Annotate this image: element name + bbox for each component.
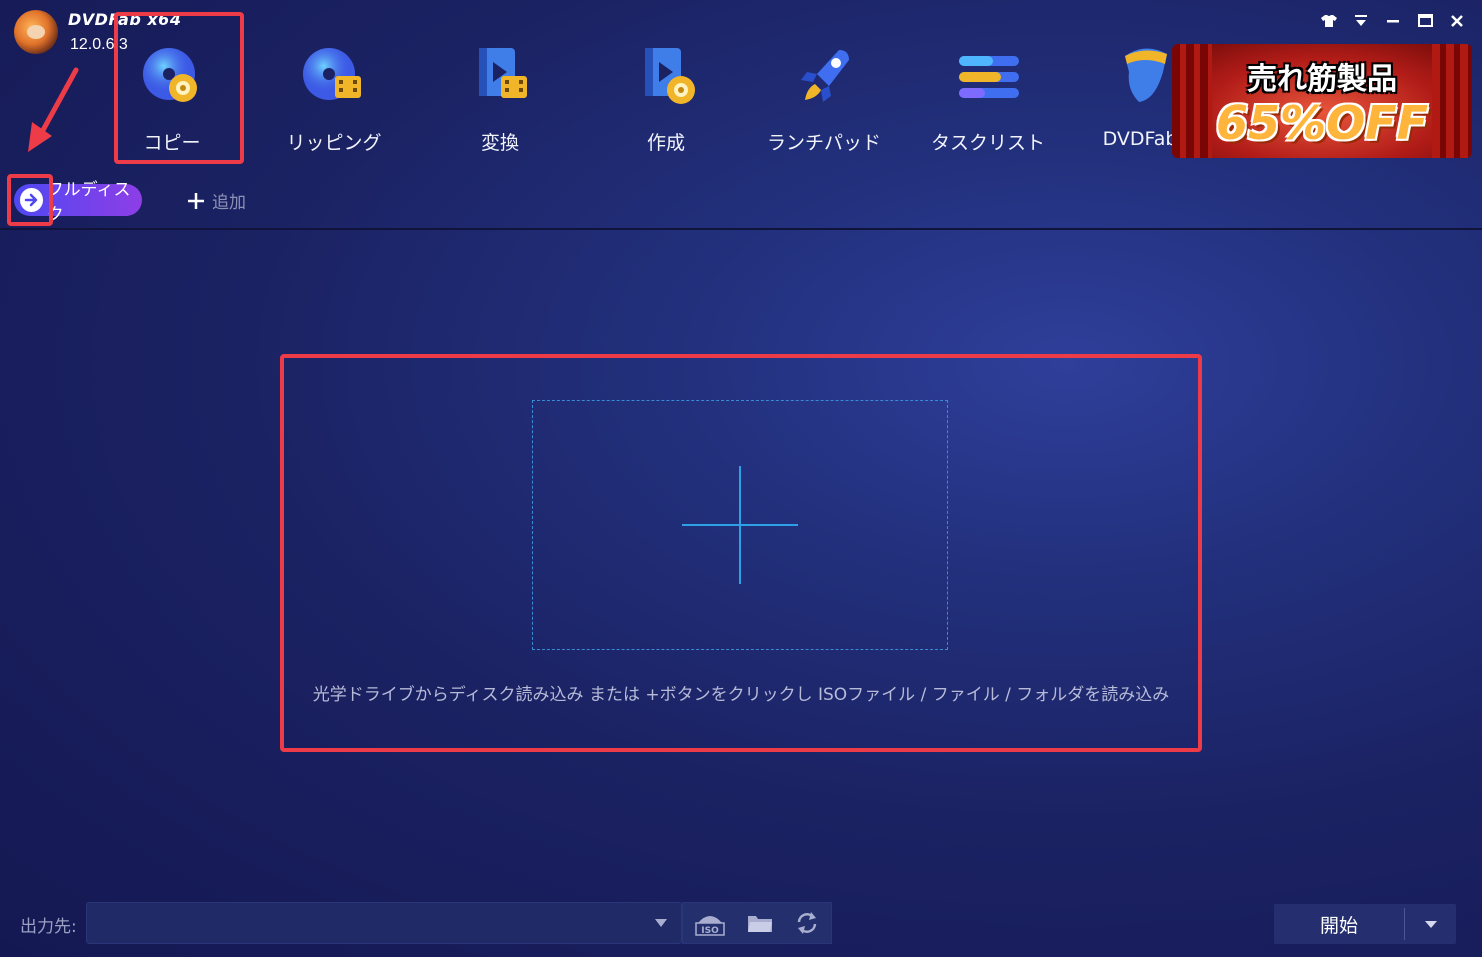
start-button-group: 開始 xyxy=(1274,904,1456,944)
dvdfab-product-icon xyxy=(1125,48,1167,102)
highlight-mode-button xyxy=(7,174,53,226)
folder-icon[interactable] xyxy=(747,912,773,934)
add-plus-icon[interactable] xyxy=(739,466,741,584)
creator-film-icon xyxy=(645,48,695,104)
menu-icon[interactable] xyxy=(1352,12,1370,30)
nav-item-creator[interactable]: 作成 xyxy=(606,36,726,166)
nav-item-label: ランチパッド xyxy=(766,132,881,154)
plus-icon xyxy=(188,192,204,209)
nav-item-task-list[interactable]: タスクリスト xyxy=(928,36,1048,166)
start-button[interactable]: 開始 xyxy=(1274,904,1404,944)
chevron-down-icon xyxy=(1424,921,1437,928)
minimize-icon[interactable] xyxy=(1384,12,1402,30)
output-path-select[interactable] xyxy=(86,902,682,944)
annotation-arrow-icon xyxy=(28,67,79,152)
output-tools: ISO xyxy=(682,902,832,944)
dvdfab-window: DVDFab x64 12.0.6.3 コピー リッピング 変換 作成 ランチパ… xyxy=(0,0,1482,957)
nav-item-launchpad[interactable]: ランチパッド xyxy=(764,36,884,166)
nav-item-ripper[interactable]: リッピング xyxy=(274,36,394,166)
nav-item-label: 作成 xyxy=(646,132,685,154)
refresh-icon[interactable] xyxy=(794,910,820,936)
close-icon[interactable] xyxy=(1448,12,1466,30)
drop-hint-text: 光学ドライブからディスク読み込み または +ボタンをクリックし ISOファイル … xyxy=(312,685,1170,705)
dvdfab-logo xyxy=(14,10,58,54)
dropdown-caret-icon xyxy=(655,919,667,927)
add-source-label: 追加 xyxy=(212,193,246,213)
start-options-button[interactable] xyxy=(1405,904,1456,944)
converter-film-icon xyxy=(479,48,527,98)
nav-item-converter[interactable]: 変換 xyxy=(440,36,560,166)
add-source-button[interactable]: 追加 xyxy=(186,188,246,213)
promo-discount: 65%OFF xyxy=(1215,96,1429,150)
nav-item-label: タスクリスト xyxy=(930,132,1045,154)
ripper-disc-icon xyxy=(303,48,361,100)
rocket-icon xyxy=(801,50,849,102)
task-list-icon xyxy=(959,56,1019,98)
promo-banner[interactable]: 売れ筋製品 65%OFF xyxy=(1172,44,1472,158)
output-label: 出力先: xyxy=(20,917,77,937)
nav-item-label: リッピング xyxy=(286,132,382,154)
source-bar: フルディスク 追加 xyxy=(0,174,1482,230)
maximize-icon[interactable] xyxy=(1416,12,1434,30)
skin-icon[interactable] xyxy=(1320,12,1338,30)
iso-icon[interactable]: ISO xyxy=(694,909,726,937)
nav-item-label: 変換 xyxy=(480,132,519,154)
window-controls xyxy=(1320,12,1466,30)
highlight-copy xyxy=(114,12,244,164)
promo-title: 売れ筋製品 xyxy=(1247,62,1397,97)
full-disc-mode-label: フルディスク xyxy=(46,180,131,225)
svg-text:ISO: ISO xyxy=(701,926,719,936)
